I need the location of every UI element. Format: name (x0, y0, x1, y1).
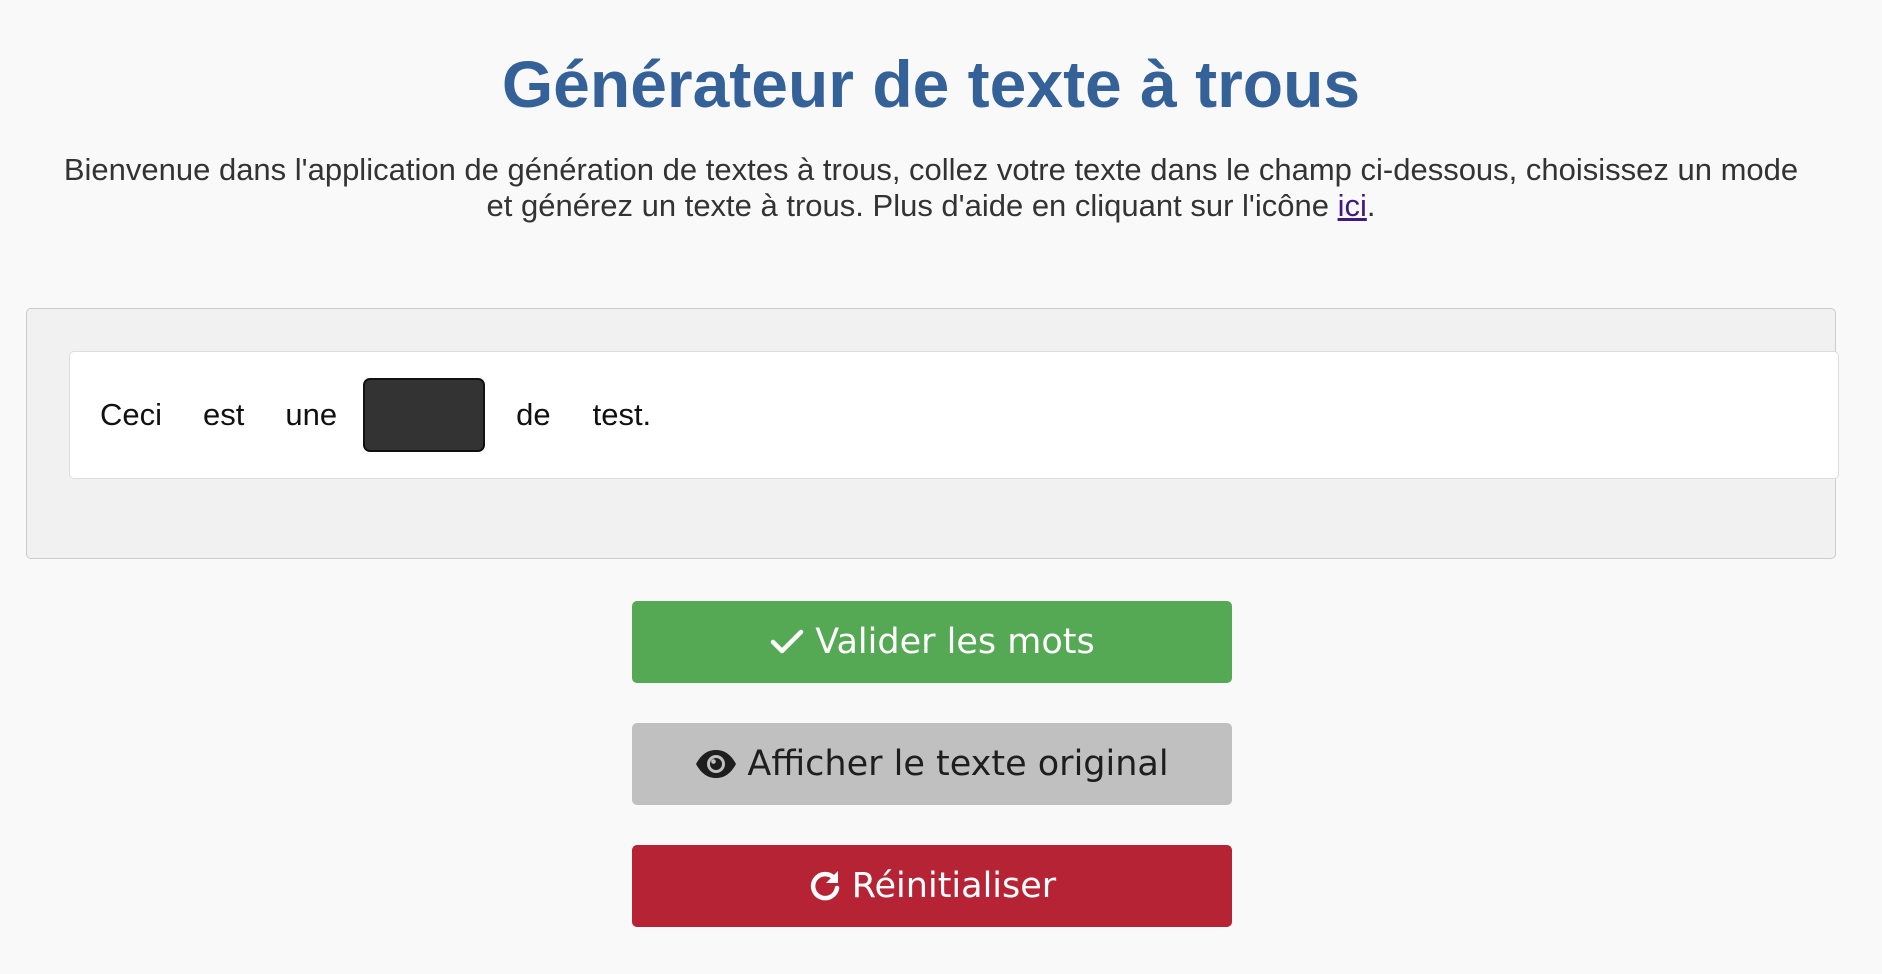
exercise-word: Ceci (100, 397, 163, 432)
exercise-word: test. (592, 397, 652, 432)
page: Générateur de texte à trous Bienvenue da… (0, 0, 1882, 974)
exercise-word: est (203, 397, 245, 432)
check-icon (771, 629, 804, 654)
exercise-word: de (516, 397, 551, 432)
intro-end: . (1366, 188, 1376, 223)
intro-text: Bienvenue dans l'application de générati… (63, 152, 1799, 223)
exercise-panel: Ceci est une de test. (26, 308, 1839, 559)
redo-icon (810, 871, 840, 901)
exercise-text-card: Ceci est une de test. (69, 351, 1839, 479)
exercise-word: une (285, 397, 338, 432)
help-link[interactable]: ici (1338, 188, 1367, 223)
reset-button[interactable]: Réinitialiser (632, 845, 1232, 927)
intro-paragraph: Bienvenue dans l'application de générati… (60, 152, 1802, 224)
show-original-button[interactable]: Afficher le texte original (632, 723, 1232, 805)
eye-icon (696, 750, 737, 778)
validate-words-button[interactable]: Valider les mots (632, 601, 1232, 683)
validate-words-label: Valider les mots (815, 622, 1095, 662)
hidden-word-blank[interactable] (363, 378, 486, 452)
reset-label: Réinitialiser (851, 866, 1057, 906)
show-original-label: Afficher le texte original (747, 744, 1169, 784)
page-title: Générateur de texte à trous (501, 47, 1361, 121)
